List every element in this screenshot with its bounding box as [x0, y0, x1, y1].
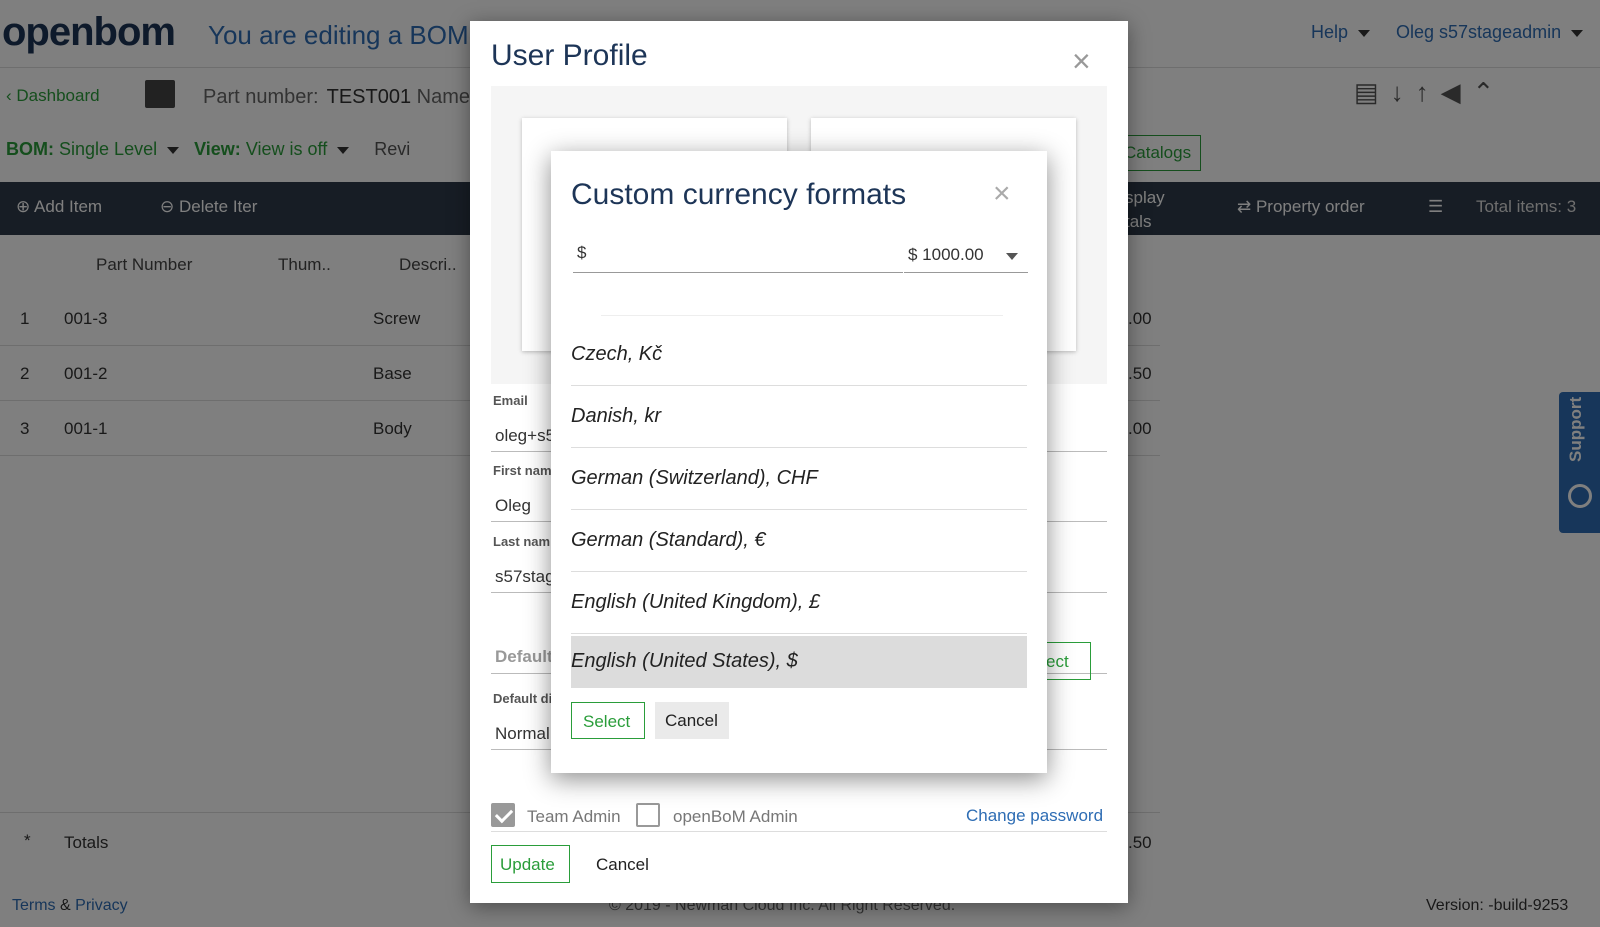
openbom-admin-checkbox[interactable] [636, 803, 660, 827]
close-icon[interactable]: × [1072, 45, 1091, 77]
divider [491, 831, 1107, 832]
cancel-button[interactable]: Cancel [596, 855, 649, 875]
default-currency-field[interactable]: Default [495, 647, 553, 667]
default-display-field[interactable]: Normal [495, 724, 550, 744]
first-name-field[interactable]: Oleg [495, 496, 531, 516]
currency-format-select[interactable]: $ 1000.00 [904, 239, 1028, 273]
currency-option-selected[interactable]: English (United States), $ [571, 636, 1027, 688]
last-name-label: Last nam [493, 534, 551, 549]
currency-formats-modal: Custom currency formats × $ $ 1000.00 Cz… [551, 151, 1047, 773]
currency-option[interactable]: Czech, Kč [571, 324, 1027, 386]
cancel-button[interactable]: Cancel [655, 702, 729, 739]
currency-symbol-input[interactable]: $ [573, 239, 903, 273]
chevron-down-icon [1006, 253, 1018, 260]
team-admin-checkbox[interactable] [491, 803, 515, 827]
currency-option[interactable]: German (Standard), € [571, 510, 1027, 572]
update-button[interactable]: Update [491, 845, 570, 883]
close-icon[interactable]: × [993, 179, 1011, 209]
email-label: Email [493, 393, 528, 408]
select-button[interactable]: Select [571, 702, 645, 739]
change-password-link[interactable]: Change password [966, 806, 1103, 826]
last-name-field[interactable]: s57stag [495, 567, 555, 587]
currency-format-value: $ 1000.00 [908, 245, 984, 264]
currency-option[interactable]: English (United Kingdom), £ [571, 572, 1027, 634]
default-display-label: Default di [493, 691, 553, 706]
currency-option[interactable]: Danish, kr [571, 386, 1027, 448]
currency-modal-title: Custom currency formats [571, 178, 907, 211]
divider [601, 315, 1003, 316]
email-field[interactable]: oleg+s5 [495, 426, 555, 446]
first-name-label: First nam [493, 463, 552, 478]
openbom-admin-label: openBoM Admin [673, 807, 798, 826]
currency-option[interactable]: German (Switzerland), CHF [571, 448, 1027, 510]
team-admin-label: Team Admin [527, 807, 621, 826]
profile-title: User Profile [491, 39, 648, 72]
